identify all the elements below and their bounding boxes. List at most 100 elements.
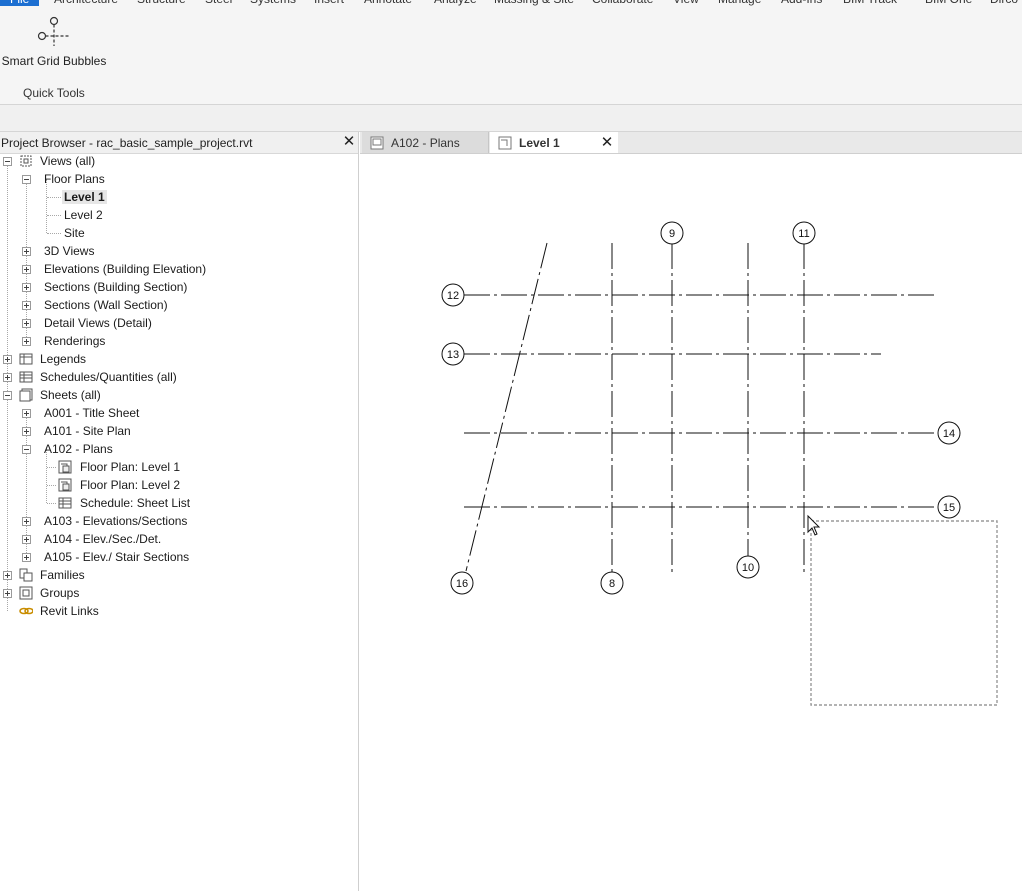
collapse-toggle-icon[interactable]: [3, 157, 12, 166]
views-icon: [20, 155, 32, 167]
tree-item-sections-wall-section[interactable]: Sections (Wall Section): [42, 296, 170, 314]
expand-toggle-icon[interactable]: [22, 535, 31, 544]
smart-grid-bubbles-label: Smart Grid Bubbles: [1, 54, 107, 68]
expand-toggle-icon[interactable]: [22, 517, 31, 526]
grid-bubble-16[interactable]: 16: [450, 571, 474, 595]
tree-item-a101-site-plan[interactable]: A101 - Site Plan: [42, 422, 133, 440]
svg-text:11: 11: [798, 228, 809, 240]
expand-toggle-icon[interactable]: [3, 589, 12, 598]
tree-item-label: Sheets (all): [40, 388, 101, 402]
selection-rectangle: [810, 520, 998, 706]
grid-bubble-10[interactable]: 10: [736, 555, 760, 579]
close-icon[interactable]: ✕: [600, 132, 614, 154]
tree-item-label: A101 - Site Plan: [44, 424, 131, 438]
tree-item-renderings[interactable]: Renderings: [42, 332, 107, 350]
tree-item-label: Schedule: Sheet List: [80, 496, 191, 510]
schedule-icon: [19, 371, 33, 383]
expand-toggle-icon[interactable]: [3, 355, 12, 364]
mouse-cursor-icon: [807, 514, 821, 536]
tree-item-label: Floor Plan: Level 2: [80, 478, 181, 492]
grid-bubble-14[interactable]: 14: [937, 421, 961, 445]
expand-toggle-icon[interactable]: [22, 301, 31, 310]
tree-guide-line: [26, 179, 27, 341]
grid-line-16[interactable]: [465, 242, 548, 572]
tree-item-floor-plan-level-1[interactable]: Floor Plan: Level 1: [78, 458, 182, 476]
tree-guide-line: [47, 467, 56, 468]
tree-item-floor-plan-level-2[interactable]: Floor Plan: Level 2: [78, 476, 182, 494]
schedule-icon: [58, 497, 72, 509]
tree-item-elevations-building-elevation[interactable]: Elevations (Building Elevation): [42, 260, 208, 278]
tab-level-1[interactable]: Level 1 ✕: [490, 132, 618, 153]
svg-text:10: 10: [742, 562, 754, 574]
tree-item-a104-elev-sec-det[interactable]: A104 - Elev./Sec./Det.: [42, 530, 163, 548]
svg-text:12: 12: [447, 290, 459, 302]
tree-item-detail-views-detail[interactable]: Detail Views (Detail): [42, 314, 154, 332]
tree-item-site[interactable]: Site: [62, 224, 87, 242]
expand-toggle-icon[interactable]: [22, 553, 31, 562]
expand-toggle-icon[interactable]: [22, 337, 31, 346]
tree-item-a001-title-sheet[interactable]: A001 - Title Sheet: [42, 404, 141, 422]
tree-guide-line: [7, 161, 8, 611]
smart-grid-bubbles-button[interactable]: Smart Grid Bubbles: [0, 12, 108, 74]
tree-item-level-1[interactable]: Level 1: [62, 188, 107, 206]
collapse-toggle-icon[interactable]: [22, 445, 31, 454]
tree-item-label: Sections (Building Section): [44, 280, 188, 294]
tree-item-schedules-quantities-all[interactable]: Schedules/Quantities (all): [38, 368, 179, 386]
tree-item-sections-building-section[interactable]: Sections (Building Section): [42, 278, 189, 296]
tree-item-label: Views (all): [40, 154, 96, 168]
expand-toggle-icon[interactable]: [22, 409, 31, 418]
tab-level-1-label: Level 1: [519, 136, 560, 150]
tree-item-label: 3D Views: [44, 244, 95, 258]
project-browser-header: Project Browser - rac_basic_sample_proje…: [0, 132, 358, 154]
tree-item-a105-elev-stair-sections[interactable]: A105 - Elev./ Stair Sections: [42, 548, 191, 566]
grid-bubble-13[interactable]: 13: [441, 342, 465, 366]
tree-item-a102-plans[interactable]: A102 - Plans: [42, 440, 115, 458]
grid-bubble-15[interactable]: 15: [937, 495, 961, 519]
tree-item-families[interactable]: Families: [38, 566, 87, 584]
tree-item-floor-plans[interactable]: Floor Plans: [42, 170, 107, 188]
groups-icon: [19, 586, 33, 600]
expand-toggle-icon[interactable]: [3, 571, 12, 580]
tree-item-a103-elevations-sections[interactable]: A103 - Elevations/Sections: [42, 512, 189, 530]
tree-item-label: Revit Links: [40, 604, 99, 618]
svg-text:8: 8: [609, 578, 615, 590]
tree-item-label: Renderings: [44, 334, 106, 348]
tree-item-label: Schedules/Quantities (all): [40, 370, 177, 384]
tree-item-schedule-sheet-list[interactable]: Schedule: Sheet List: [78, 494, 192, 512]
grid-bubble-8[interactable]: 8: [600, 571, 624, 595]
tree-item-label: Floor Plan: Level 1: [80, 460, 181, 474]
svg-text:14: 14: [943, 428, 955, 440]
legend-icon: [19, 353, 33, 365]
revit-links-icon: [19, 607, 33, 615]
tree-item-sheets-all[interactable]: Sheets (all): [38, 386, 103, 404]
expand-toggle-icon[interactable]: [22, 427, 31, 436]
grid-bubble-12[interactable]: 12: [441, 283, 465, 307]
collapse-toggle-icon[interactable]: [22, 175, 31, 184]
grid-bubble-9[interactable]: 9: [660, 221, 684, 245]
tree-item-3d-views[interactable]: 3D Views: [42, 242, 96, 260]
tree-item-label: Floor Plans: [44, 172, 105, 186]
grid-bubble-11[interactable]: 11: [792, 221, 816, 245]
floor-plan-icon: [58, 460, 72, 474]
collapse-toggle-icon[interactable]: [3, 391, 12, 400]
expand-toggle-icon[interactable]: [3, 373, 12, 382]
families-icon: [19, 568, 33, 582]
svg-text:9: 9: [669, 228, 675, 240]
tree-item-groups[interactable]: Groups: [38, 584, 81, 602]
tree-item-legends[interactable]: Legends: [38, 350, 88, 368]
drawing-area[interactable]: 9 11 12 13 14 15 16 8 10: [361, 154, 1022, 891]
project-browser: Project Browser - rac_basic_sample_proje…: [0, 132, 359, 891]
tab-a102-plans[interactable]: A102 - Plans: [362, 132, 489, 153]
tree-item-revit-links[interactable]: Revit Links: [38, 602, 101, 620]
tree-guide-line: [47, 485, 56, 486]
tree-item-level-2[interactable]: Level 2: [62, 206, 105, 224]
close-icon[interactable]: ✕: [342, 134, 356, 150]
tree-item-views-all[interactable]: Views (all): [38, 152, 97, 170]
grid-plan: 9 11 12 13 14 15 16 8 10: [441, 221, 998, 706]
expand-toggle-icon[interactable]: [22, 247, 31, 256]
expand-toggle-icon[interactable]: [22, 319, 31, 328]
floor-plan-view-icon: [498, 136, 512, 150]
expand-toggle-icon[interactable]: [22, 265, 31, 274]
expand-toggle-icon[interactable]: [22, 283, 31, 292]
ribbon-panel: Smart Grid Bubbles Quick Tools: [0, 6, 1022, 105]
